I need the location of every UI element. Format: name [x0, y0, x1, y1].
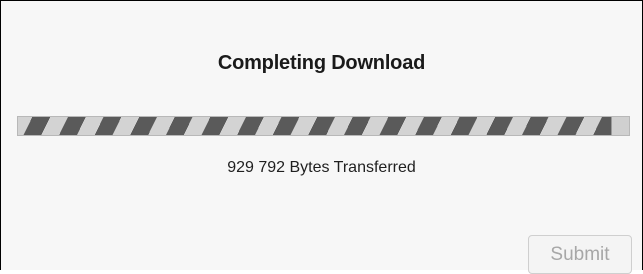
- download-progress-bar: [17, 116, 630, 136]
- progress-bar-end-marker: [611, 117, 612, 135]
- progress-bar-fill: [18, 117, 611, 135]
- submit-button[interactable]: Submit: [528, 235, 632, 274]
- bytes-transferred-status: 929 792 Bytes Transferred: [1, 159, 642, 177]
- bytes-count: 929 792: [227, 159, 286, 176]
- dialog-title: Completing Download: [217, 52, 426, 74]
- bytes-transferred-label: Bytes Transferred: [289, 159, 416, 176]
- download-dialog: Completing Download 929 792 Bytes Transf…: [0, 0, 643, 274]
